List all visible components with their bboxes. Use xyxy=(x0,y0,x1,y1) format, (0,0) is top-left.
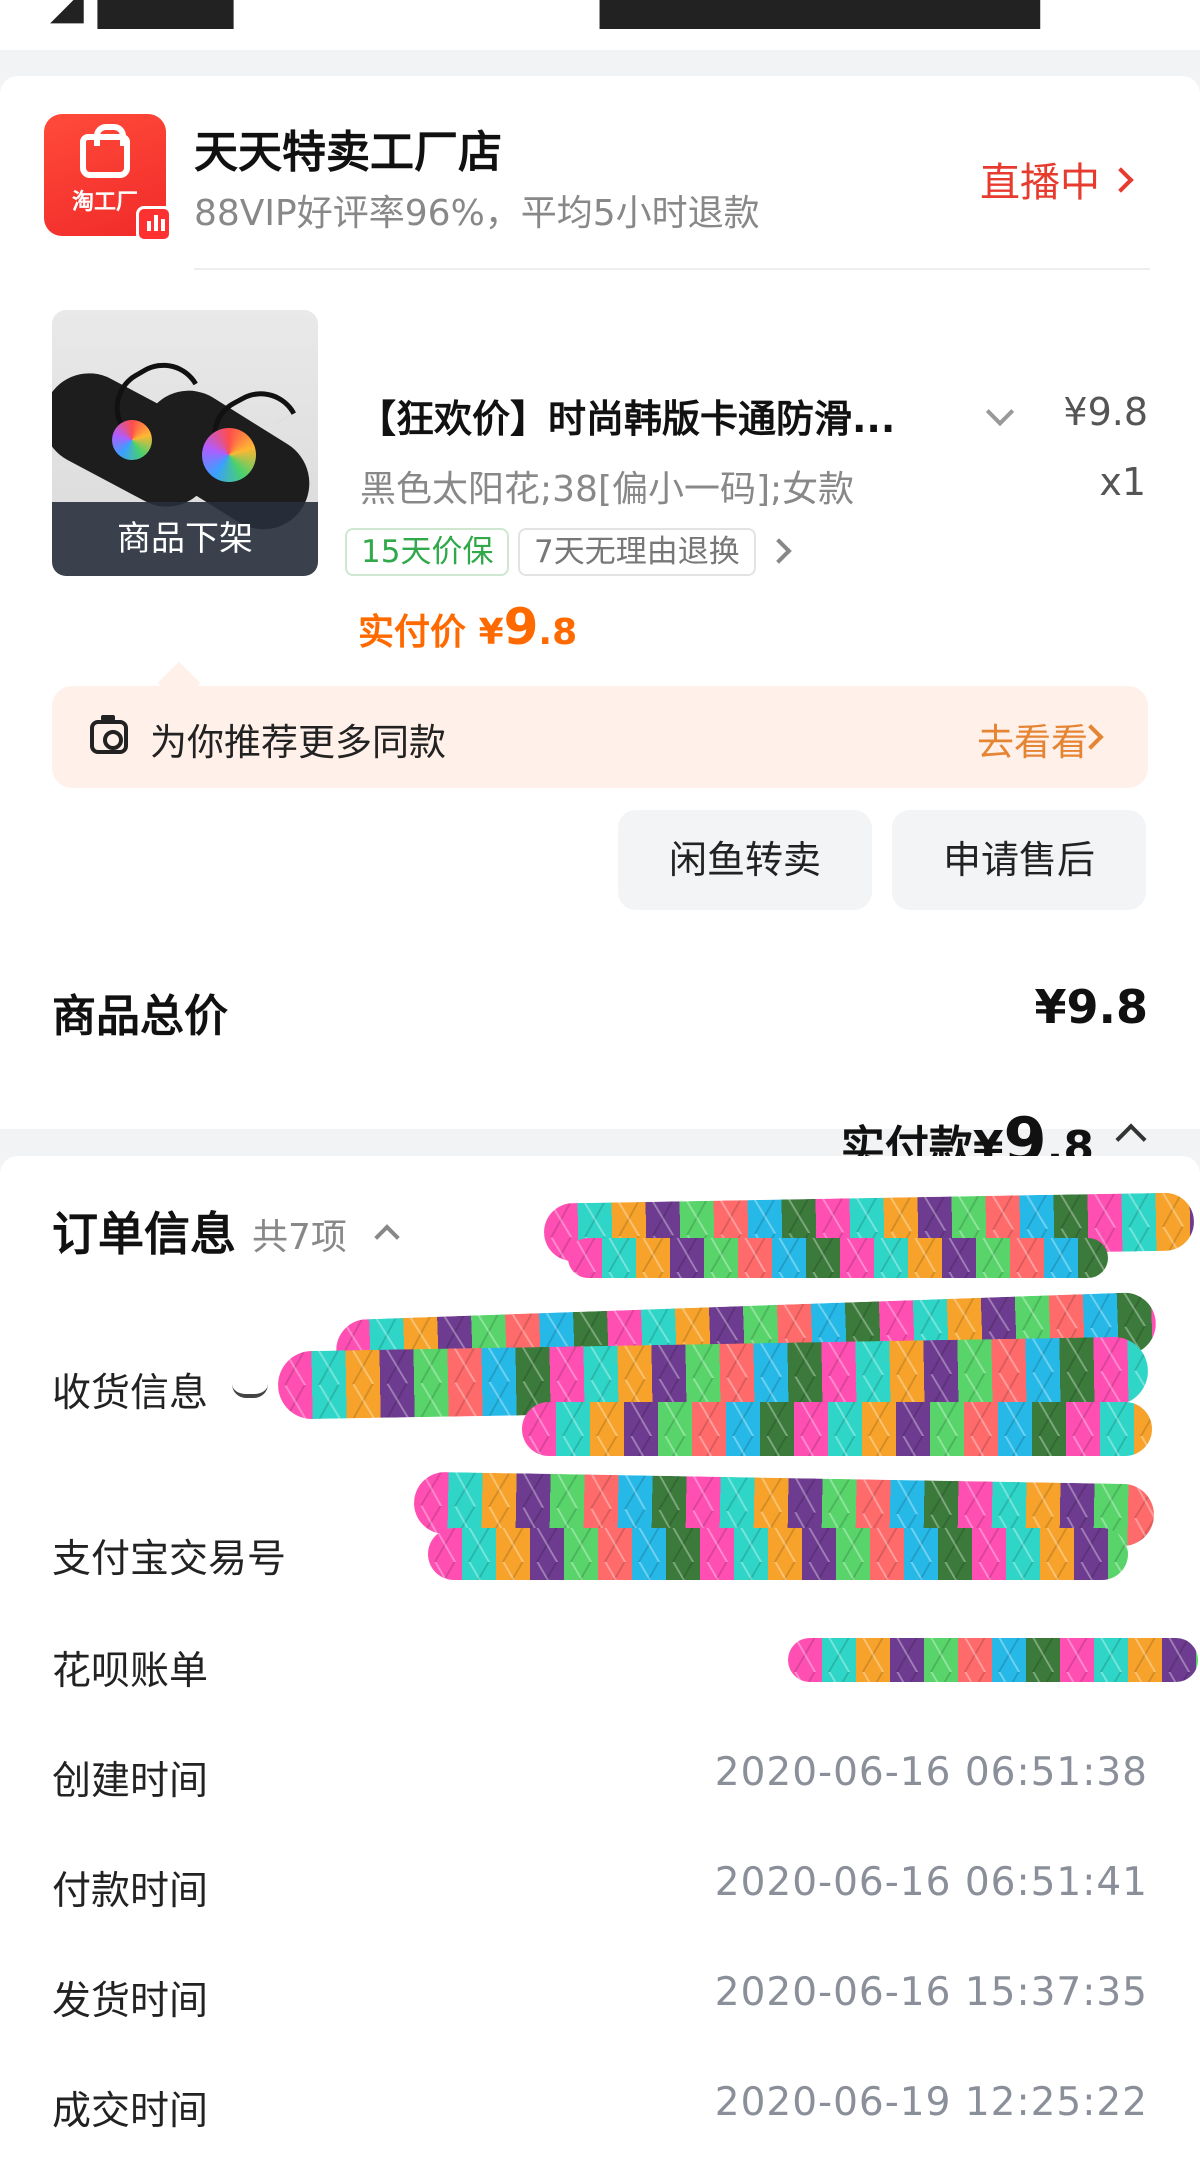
completed-time-value: 2020-06-19 12:25:22 xyxy=(714,2080,1148,2125)
completed-time-label: 成交时间 xyxy=(52,2089,209,2134)
after-sale-button[interactable]: 申请售后 xyxy=(892,810,1146,910)
actual-price-int: 9 xyxy=(503,598,539,656)
price-protect-tag[interactable]: 15天价保 xyxy=(345,528,510,576)
live-label: 直播中 xyxy=(980,160,1100,206)
chevron-up-icon[interactable] xyxy=(374,1224,400,1250)
paid-time-value: 2020-06-16 06:51:41 xyxy=(714,1860,1148,1905)
recommend-label: 为你推荐更多同款 xyxy=(150,721,446,764)
order-info-title: 订单信息 xyxy=(52,1207,236,1261)
product-price: ¥9.8 xyxy=(1063,390,1148,434)
product-spec: 黑色太阳花;38[偏小一码];女款 xyxy=(360,469,855,510)
shop-logo[interactable]: 淘工厂 xyxy=(44,114,172,242)
product-title[interactable]: 【狂欢价】时尚韩版卡通防滑... xyxy=(358,388,895,443)
created-time-value: 2020-06-16 06:51:38 xyxy=(714,1750,1148,1795)
top-nav-strip: ◢ ▆▆▆▆ ▆▆▆▆▆▆▆▆▆▆▆▆▆ xyxy=(0,0,1200,50)
shipped-time-value: 2020-06-16 15:37:35 xyxy=(714,1970,1148,2015)
actual-price-dec: .8 xyxy=(538,612,578,653)
shop-subtitle: 88VIP好评率96%，平均5小时退款 xyxy=(194,193,760,234)
shipped-time-label: 发货时间 xyxy=(52,1979,209,2024)
chevron-up-icon[interactable] xyxy=(1115,1123,1147,1155)
redaction-scribble xyxy=(428,1528,1128,1580)
goods-total-label: 商品总价 xyxy=(52,991,228,1042)
huabei-bill-label: 花呗账单 xyxy=(52,1649,209,1694)
actual-price-currency: ¥ xyxy=(478,612,504,653)
divider xyxy=(194,268,1150,270)
eye-closed-icon[interactable] xyxy=(232,1384,268,1398)
chevron-right-icon[interactable] xyxy=(766,538,792,564)
off-shelf-overlay: 商品下架 xyxy=(52,502,318,576)
return-policy-tag[interactable]: 7天无理由退换 xyxy=(518,528,756,576)
shipping-info-label: 收货信息 xyxy=(52,1371,209,1416)
shopping-bag-icon xyxy=(80,124,130,178)
live-bars-icon xyxy=(136,206,172,242)
shop-name[interactable]: 天天特卖工厂店 xyxy=(194,116,502,180)
recommend-banner[interactable]: 为你推荐更多同款 去看看 xyxy=(52,686,1148,788)
sun-flower-icon xyxy=(112,420,152,460)
cut-off-text-left: ◢ ▆▆▆▆ xyxy=(50,0,234,29)
resell-button[interactable]: 闲鱼转卖 xyxy=(618,810,872,910)
order-card: 淘工厂 天天特卖工厂店 88VIP好评率96%，平均5小时退款 直播中 商品下架… xyxy=(0,76,1200,1177)
cut-off-text-mid: ▆▆▆▆▆▆▆▆▆▆▆▆▆ xyxy=(600,0,1040,29)
created-time-label: 创建时间 xyxy=(52,1759,209,1804)
product-image[interactable]: 商品下架 xyxy=(52,310,318,576)
redaction-scribble xyxy=(788,1638,1198,1682)
redaction-scribble xyxy=(522,1402,1152,1456)
paid-time-label: 付款时间 xyxy=(52,1869,209,1914)
sun-flower-icon xyxy=(202,428,256,482)
live-button[interactable]: 直播中 xyxy=(980,150,1134,208)
order-info-card: 订单信息 共7项 收货信息 支付宝交易号 花呗账单 创建时间 2020-06-1… xyxy=(0,1156,1200,2172)
chevron-down-icon[interactable] xyxy=(985,397,1015,427)
actual-price-label: 实付价 xyxy=(358,612,467,653)
chevron-right-icon xyxy=(1108,167,1134,193)
camera-icon xyxy=(90,715,128,754)
order-info-count[interactable]: 共7项 xyxy=(252,1208,347,1260)
alipay-trade-no-label: 支付宝交易号 xyxy=(52,1537,287,1582)
actual-price: 实付价 ¥9.8 xyxy=(358,598,577,656)
product-quantity: x1 xyxy=(1099,460,1146,504)
redaction-scribble xyxy=(568,1238,1108,1278)
goods-total-value: ¥9.8 xyxy=(1034,980,1149,1034)
recommend-action[interactable]: 去看看 xyxy=(977,712,1088,766)
